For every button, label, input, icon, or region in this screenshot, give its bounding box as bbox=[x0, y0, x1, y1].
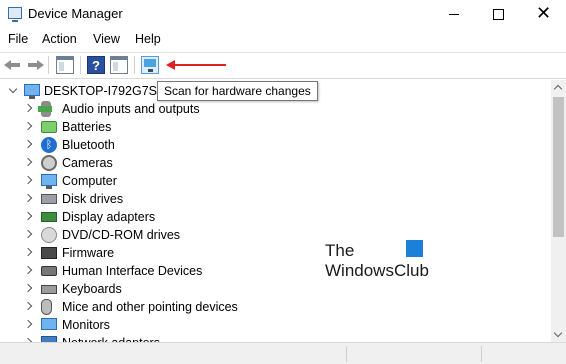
tree-item-keyboards[interactable]: Keyboards bbox=[0, 280, 540, 298]
tree-item-batteries[interactable]: Batteries bbox=[0, 118, 540, 136]
status-pane bbox=[347, 346, 482, 362]
tree-item-hid[interactable]: Human Interface Devices bbox=[0, 262, 540, 280]
device-manager-app-icon bbox=[8, 7, 22, 22]
chevron-right-icon[interactable] bbox=[23, 175, 33, 185]
tree-item-label: Batteries bbox=[62, 120, 112, 134]
tree-item-mice[interactable]: Mice and other pointing devices bbox=[0, 298, 540, 316]
tree-item-firmware[interactable]: Firmware bbox=[0, 244, 540, 262]
battery-icon bbox=[41, 121, 57, 133]
chevron-right-icon[interactable] bbox=[23, 283, 33, 293]
device-tree: DESKTOP-I792G7S Audio inputs and outputs… bbox=[0, 80, 551, 342]
forward-arrow-icon[interactable] bbox=[26, 56, 44, 74]
chevron-right-icon[interactable] bbox=[23, 265, 33, 275]
toolbar-separator bbox=[80, 56, 81, 74]
help-icon[interactable]: ? bbox=[87, 56, 105, 74]
menu-view[interactable]: View bbox=[93, 32, 120, 46]
status-bar bbox=[0, 342, 566, 364]
chevron-right-icon[interactable] bbox=[23, 211, 33, 221]
chevron-right-icon[interactable] bbox=[23, 103, 33, 113]
tree-item-label: Keyboards bbox=[62, 282, 122, 296]
computer-icon bbox=[41, 174, 57, 189]
annotation-arrow bbox=[166, 60, 226, 70]
chevron-down-icon[interactable] bbox=[8, 84, 18, 94]
tree-item-audio[interactable]: Audio inputs and outputs bbox=[0, 100, 540, 118]
watermark-logo-icon bbox=[406, 240, 423, 257]
tree-item-label: Bluetooth bbox=[62, 138, 115, 152]
chevron-right-icon[interactable] bbox=[23, 301, 33, 311]
tree-item-label: Computer bbox=[62, 174, 117, 188]
maximize-button[interactable] bbox=[476, 0, 521, 28]
tree-item-label: DVD/CD-ROM drives bbox=[62, 228, 181, 242]
watermark-line2: WindowsClub bbox=[325, 261, 429, 280]
disk-drive-icon bbox=[41, 194, 57, 204]
chevron-right-icon[interactable] bbox=[23, 121, 33, 131]
window-title: Device Manager bbox=[28, 6, 123, 21]
tree-item-label: Audio inputs and outputs bbox=[62, 102, 200, 116]
tree-item-disk-drives[interactable]: Disk drives bbox=[0, 190, 540, 208]
toolbar-separator bbox=[48, 56, 49, 74]
chevron-right-icon[interactable] bbox=[23, 229, 33, 239]
tree-item-display-adapters[interactable]: Display adapters bbox=[0, 208, 540, 226]
menu-bar: File Action View Help bbox=[0, 30, 566, 50]
toolbar: ? bbox=[0, 52, 566, 79]
toolbar-separator bbox=[134, 56, 135, 74]
minimize-button[interactable] bbox=[431, 0, 476, 28]
tree-item-label: Mice and other pointing devices bbox=[62, 300, 238, 314]
scroll-down-arrow-icon[interactable] bbox=[551, 327, 566, 342]
menu-help[interactable]: Help bbox=[135, 32, 161, 46]
keyboard-icon bbox=[41, 285, 57, 294]
hid-device-icon bbox=[41, 266, 57, 276]
scan-tooltip: Scan for hardware changes bbox=[157, 81, 318, 101]
close-button[interactable]: ✕ bbox=[521, 0, 566, 28]
chevron-right-icon[interactable] bbox=[23, 193, 33, 203]
computer-icon bbox=[24, 84, 40, 99]
tree-item-label: Cameras bbox=[62, 156, 113, 170]
vertical-scrollbar[interactable] bbox=[551, 80, 566, 342]
menu-action[interactable]: Action bbox=[42, 32, 77, 46]
close-icon: ✕ bbox=[535, 3, 552, 24]
maximize-icon bbox=[493, 8, 504, 20]
show-hide-console-tree-icon[interactable] bbox=[56, 56, 74, 74]
tree-item-monitors[interactable]: Monitors bbox=[0, 316, 540, 334]
menu-file[interactable]: File bbox=[8, 32, 28, 46]
tree-item-bluetooth[interactable]: ᛒ Bluetooth bbox=[0, 136, 540, 154]
tree-item-label: Disk drives bbox=[62, 192, 124, 206]
tree-item-label: Display adapters bbox=[62, 210, 156, 224]
firmware-chip-icon bbox=[41, 247, 57, 259]
title-bar: Device Manager ✕ bbox=[0, 0, 566, 28]
tree-item-label: Firmware bbox=[62, 246, 115, 260]
monitor-icon bbox=[41, 318, 57, 330]
status-pane bbox=[0, 346, 347, 362]
tree-item-label: Network adapters bbox=[62, 334, 160, 342]
chevron-right-icon[interactable] bbox=[23, 247, 33, 257]
arrow-line bbox=[174, 64, 226, 66]
minimize-icon bbox=[448, 13, 459, 15]
display-adapter-icon bbox=[41, 212, 57, 222]
chevron-right-icon[interactable] bbox=[23, 139, 33, 149]
properties-icon[interactable] bbox=[110, 56, 128, 74]
scroll-up-arrow-icon[interactable] bbox=[551, 80, 566, 95]
tree-item-label: Monitors bbox=[62, 318, 110, 332]
tree-item-computer[interactable]: Computer bbox=[0, 172, 540, 190]
tree-item-dvd-drives[interactable]: DVD/CD-ROM drives bbox=[0, 226, 540, 244]
tree-item-cameras[interactable]: Cameras bbox=[0, 154, 540, 172]
mouse-icon bbox=[41, 299, 52, 315]
tree-item-label: Human Interface Devices bbox=[62, 264, 203, 278]
scrollbar-thumb[interactable] bbox=[553, 97, 564, 237]
back-arrow-icon[interactable] bbox=[4, 56, 22, 74]
tree-item-network-adapters[interactable]: Network adapters bbox=[0, 334, 540, 342]
speaker-icon bbox=[38, 101, 52, 117]
scan-for-hardware-changes-icon[interactable] bbox=[141, 56, 159, 74]
tree-root-label: DESKTOP-I792G7S bbox=[44, 84, 158, 98]
bluetooth-icon: ᛒ bbox=[41, 137, 57, 153]
dvd-drive-icon bbox=[41, 227, 57, 243]
camera-icon bbox=[41, 155, 57, 171]
chevron-right-icon[interactable] bbox=[23, 319, 33, 329]
chevron-right-icon[interactable] bbox=[23, 157, 33, 167]
